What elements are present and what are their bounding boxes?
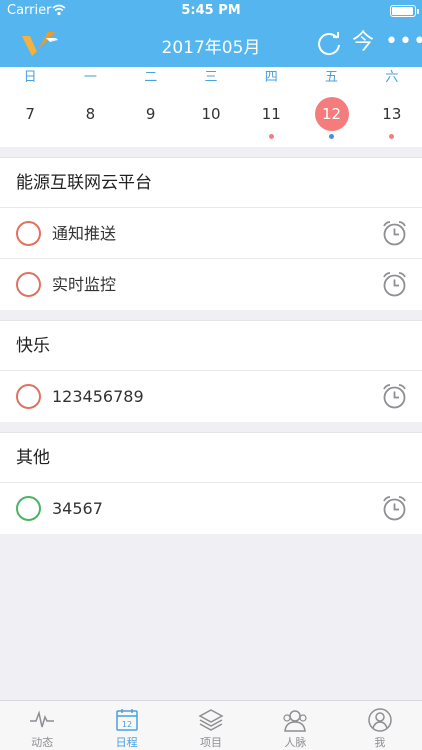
weekday-mon: 一 — [83, 70, 97, 85]
tab-activity[interactable]: 动态 — [0, 701, 84, 750]
task-checkbox[interactable] — [16, 221, 41, 246]
tab-label: 项目 — [200, 736, 223, 749]
task-group: 能源互联网云平台 通知推送 实时监控 — [0, 157, 422, 310]
date-row: 7 8 9 10 11 12 13 — [0, 95, 422, 139]
date-number: 12 — [314, 97, 349, 131]
date-number: 10 — [201, 105, 221, 123]
alarm-clock-icon[interactable] — [381, 271, 408, 298]
alarm-clock-icon[interactable] — [381, 495, 408, 522]
alarm-clock-icon[interactable] — [381, 220, 408, 247]
date-cell-10[interactable]: 10 — [181, 95, 241, 137]
weekday-sun: 日 — [23, 70, 37, 85]
tab-contacts[interactable]: 人脉 — [253, 701, 337, 750]
nav-bar: 2017年05月 今 ••• — [0, 22, 422, 67]
tab-label: 人脉 — [284, 736, 307, 749]
tab-label: 我 — [374, 736, 386, 749]
today-button[interactable]: 今 — [348, 27, 378, 59]
date-cell-8[interactable]: 8 — [60, 95, 120, 137]
weekday-header: 日 一 二 三 四 五 六 — [0, 67, 422, 89]
battery-icon — [390, 5, 419, 17]
tab-label: 动态 — [31, 736, 54, 749]
week-calendar: 日 一 二 三 四 五 六 7 8 9 10 11 12 13 — [0, 67, 422, 147]
date-cell-9[interactable]: 9 — [121, 95, 181, 137]
task-row[interactable]: 实时监控 — [0, 259, 422, 310]
task-group: 其他 34567 — [0, 432, 422, 534]
date-cell-12-selected[interactable]: 12 — [301, 95, 361, 139]
task-label: 实时监控 — [52, 275, 117, 294]
task-label: 通知推送 — [52, 224, 117, 243]
header: Carrier 5:45 PM 2017年05月 今 ••• — [0, 0, 422, 67]
task-checkbox[interactable] — [16, 272, 41, 297]
date-number: 8 — [85, 105, 96, 123]
tab-label: 日程 — [115, 736, 138, 749]
event-dot — [389, 134, 395, 139]
task-row[interactable]: 通知推送 — [0, 208, 422, 259]
task-row[interactable]: 123456789 — [0, 371, 422, 422]
calendar-icon-day: 12 — [122, 720, 132, 729]
date-number: 9 — [145, 105, 156, 123]
date-number: 11 — [261, 105, 281, 123]
event-dot — [268, 134, 274, 139]
weekday-tue: 二 — [144, 70, 158, 85]
profile-icon — [368, 708, 392, 732]
weekday-thu: 四 — [264, 70, 278, 85]
group-title[interactable]: 其他 — [0, 433, 422, 483]
contacts-icon — [283, 710, 308, 732]
event-dot — [329, 134, 335, 139]
task-checkbox[interactable] — [16, 496, 41, 521]
tab-me[interactable]: 我 — [338, 701, 422, 750]
task-row[interactable]: 34567 — [0, 483, 422, 534]
pulse-icon — [30, 710, 55, 728]
tab-projects[interactable]: 项目 — [169, 701, 253, 750]
date-cell-11[interactable]: 11 — [241, 95, 301, 139]
refresh-icon[interactable] — [315, 30, 343, 58]
status-bar: Carrier 5:45 PM — [0, 0, 422, 22]
tab-schedule[interactable]: 12 日程 — [84, 701, 168, 750]
status-time: 5:45 PM — [181, 3, 241, 18]
date-cell-7[interactable]: 7 — [0, 95, 60, 137]
group-title[interactable]: 快乐 — [0, 321, 422, 371]
date-number: 13 — [382, 105, 402, 123]
weekday-sat: 六 — [385, 70, 399, 85]
task-label: 34567 — [52, 499, 103, 518]
task-checkbox[interactable] — [16, 384, 41, 409]
layers-icon — [198, 709, 224, 731]
more-button[interactable]: ••• — [385, 31, 422, 57]
date-cell-13[interactable]: 13 — [362, 95, 422, 139]
group-title[interactable]: 能源互联网云平台 — [0, 158, 422, 208]
tab-bar: 动态 12 日程 项目 人脉 我 — [0, 700, 422, 750]
calendar-icon: 12 — [115, 709, 138, 731]
alarm-clock-icon[interactable] — [381, 383, 408, 410]
weekday-fri: 五 — [325, 70, 339, 85]
month-title-label[interactable]: 2017年05月 — [162, 38, 261, 58]
weekday-wed: 三 — [204, 70, 218, 85]
date-number: 7 — [25, 105, 35, 123]
task-group: 快乐 123456789 — [0, 320, 422, 422]
task-label: 123456789 — [52, 387, 144, 406]
